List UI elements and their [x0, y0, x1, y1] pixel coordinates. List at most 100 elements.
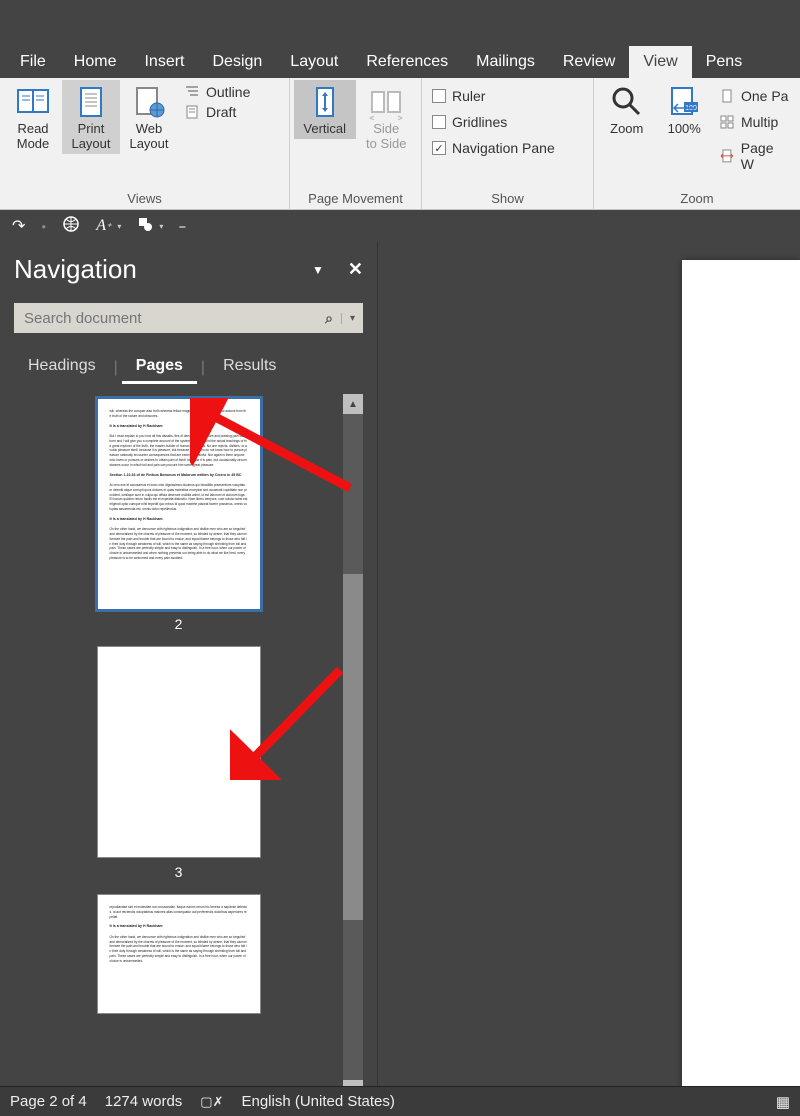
shape-icon[interactable] — [137, 216, 153, 237]
scroll-track[interactable] — [343, 414, 363, 1080]
draft-icon — [184, 104, 200, 120]
ribbon-group-show: Ruler Gridlines ✓ Navigation Pane Show — [422, 78, 594, 210]
nav-tab-results[interactable]: Results — [209, 351, 290, 384]
tab-references[interactable]: References — [352, 46, 462, 78]
draft-label: Draft — [206, 104, 236, 120]
dropdown-caret-icon[interactable]: ▾ — [117, 222, 121, 231]
document-canvas[interactable] — [378, 242, 800, 1100]
hundred-label: 100% — [668, 122, 701, 137]
tab-view[interactable]: View — [629, 46, 691, 78]
page-thumbnail-2[interactable]: will, whereas the conquer also truth whe… — [97, 398, 261, 610]
nav-tab-pages[interactable]: Pages — [122, 351, 197, 384]
title-bar — [0, 0, 800, 46]
ribbon-group-page-movement: Vertical Sideto Side Page Movement — [290, 78, 422, 210]
tab-insert[interactable]: Insert — [130, 46, 198, 78]
ribbon-group-zoom: Zoom 100 100% One Pa Multip — [594, 78, 800, 210]
draft-button[interactable]: Draft — [184, 104, 250, 120]
status-macro-icon[interactable]: ▦ — [776, 1093, 790, 1111]
tab-file[interactable]: File — [6, 46, 60, 78]
tab-separator: | — [197, 359, 209, 377]
multiple-pages-icon — [719, 114, 735, 130]
ruler-checkbox[interactable]: Ruler — [432, 88, 555, 104]
ribbon-group-pagemovement-label: Page Movement — [294, 189, 417, 210]
zoom-button[interactable]: Zoom — [598, 80, 655, 139]
thumbnail-number: 3 — [175, 864, 183, 880]
redo-icon[interactable]: ↷ — [12, 216, 25, 236]
status-bar: Page 2 of 4 1274 words ▢✗ English (Unite… — [0, 1086, 800, 1116]
tab-pens[interactable]: Pens — [692, 46, 756, 78]
web-layout-button[interactable]: WebLayout — [120, 80, 178, 154]
navigation-pane: Navigation ▼ ✕ ⌕ ▾ Headings | Pages | Re… — [0, 242, 378, 1100]
web-layout-icon — [131, 84, 167, 120]
font-color-icon[interactable]: A⁺ — [96, 217, 111, 235]
quick-access-toolbar: ↷ ● A⁺ ▾ ▾ ⎯ — [0, 210, 800, 242]
customize-icon[interactable]: ⎯ — [179, 219, 185, 234]
read-mode-label-1: Read — [17, 121, 48, 136]
read-mode-button[interactable]: ReadMode — [4, 80, 62, 154]
web-layout-label-1: Web — [136, 121, 163, 136]
status-proofing-icon[interactable]: ▢✗ — [200, 1094, 223, 1110]
thumbnail-item[interactable]: 3 — [97, 646, 261, 880]
one-page-label: One Pa — [741, 88, 788, 104]
content-area: Navigation ▼ ✕ ⌕ ▾ Headings | Pages | Re… — [0, 242, 800, 1100]
ribbon-group-views: ReadMode PrintLayout WebLayout Outline — [0, 78, 290, 210]
one-page-button[interactable]: One Pa — [719, 88, 790, 104]
web-layout-label-2: Layout — [129, 136, 168, 151]
multiple-pages-button[interactable]: Multip — [719, 114, 790, 130]
search-dropdown-icon[interactable]: ▾ — [341, 313, 363, 324]
ribbon-group-show-label: Show — [426, 189, 589, 210]
ruler-label: Ruler — [452, 88, 485, 104]
navigation-pane-label: Navigation Pane — [452, 140, 555, 156]
page-width-button[interactable]: Page W — [719, 140, 790, 172]
ribbon-group-views-label: Views — [4, 189, 285, 210]
thumbnail-scrollbar[interactable]: ▲ ▼ — [343, 394, 363, 1100]
side-label-2: to Side — [366, 136, 406, 151]
page-thumbnail-3[interactable] — [97, 646, 261, 858]
thumbnail-item[interactable]: will, whereas the conquer also truth whe… — [97, 398, 261, 632]
side-to-side-button[interactable]: Sideto Side — [356, 80, 418, 154]
thumbnail-number: 2 — [175, 616, 183, 632]
scroll-thumb[interactable] — [343, 574, 363, 920]
scroll-up-icon[interactable]: ▲ — [343, 394, 363, 414]
navigation-pane-checkbox[interactable]: ✓ Navigation Pane — [432, 140, 555, 156]
status-words[interactable]: 1274 words — [105, 1093, 183, 1110]
status-page[interactable]: Page 2 of 4 — [10, 1093, 87, 1110]
thumbnail-item[interactable]: repudiandae sint et molestiae non recusa… — [97, 894, 261, 1014]
checkbox-empty-icon — [432, 89, 446, 103]
outline-button[interactable]: Outline — [184, 84, 250, 100]
document-page[interactable] — [682, 260, 800, 1100]
checkbox-checked-icon: ✓ — [432, 141, 446, 155]
tab-mailings[interactable]: Mailings — [462, 46, 549, 78]
tab-layout[interactable]: Layout — [276, 46, 352, 78]
menu-tab-strip: File Home Insert Design Layout Reference… — [0, 46, 800, 78]
hundred-percent-button[interactable]: 100 100% — [655, 80, 712, 139]
one-page-icon — [719, 88, 735, 104]
side-to-side-icon — [368, 84, 404, 120]
pane-options-icon[interactable]: ▼ — [312, 263, 324, 277]
navigation-tabs: Headings | Pages | Results — [14, 351, 363, 384]
gridlines-checkbox[interactable]: Gridlines — [432, 114, 555, 130]
gridlines-label: Gridlines — [452, 114, 507, 130]
dot-icon[interactable]: ● — [41, 222, 46, 231]
ribbon-view: ReadMode PrintLayout WebLayout Outline — [0, 78, 800, 210]
vertical-button[interactable]: Vertical — [294, 80, 356, 139]
close-icon[interactable]: ✕ — [348, 259, 363, 280]
outline-label: Outline — [206, 84, 250, 100]
nav-tab-headings[interactable]: Headings — [14, 351, 110, 384]
tab-home[interactable]: Home — [60, 46, 131, 78]
dropdown-caret-icon[interactable]: ▾ — [159, 222, 163, 231]
print-layout-button[interactable]: PrintLayout — [62, 80, 120, 154]
print-layout-label-1: Print — [78, 121, 105, 136]
translate-icon[interactable] — [62, 215, 80, 238]
search-input[interactable] — [14, 310, 317, 327]
tab-design[interactable]: Design — [198, 46, 276, 78]
search-box[interactable]: ⌕ ▾ — [14, 303, 363, 333]
outline-icon — [184, 84, 200, 100]
page-thumbnail-4[interactable]: repudiandae sint et molestiae non recusa… — [97, 894, 261, 1014]
checkbox-empty-icon — [432, 115, 446, 129]
read-mode-icon — [15, 84, 51, 120]
page-width-icon — [719, 148, 735, 164]
status-language[interactable]: English (United States) — [241, 1093, 394, 1110]
tab-review[interactable]: Review — [549, 46, 629, 78]
search-icon[interactable]: ⌕ — [317, 310, 341, 327]
